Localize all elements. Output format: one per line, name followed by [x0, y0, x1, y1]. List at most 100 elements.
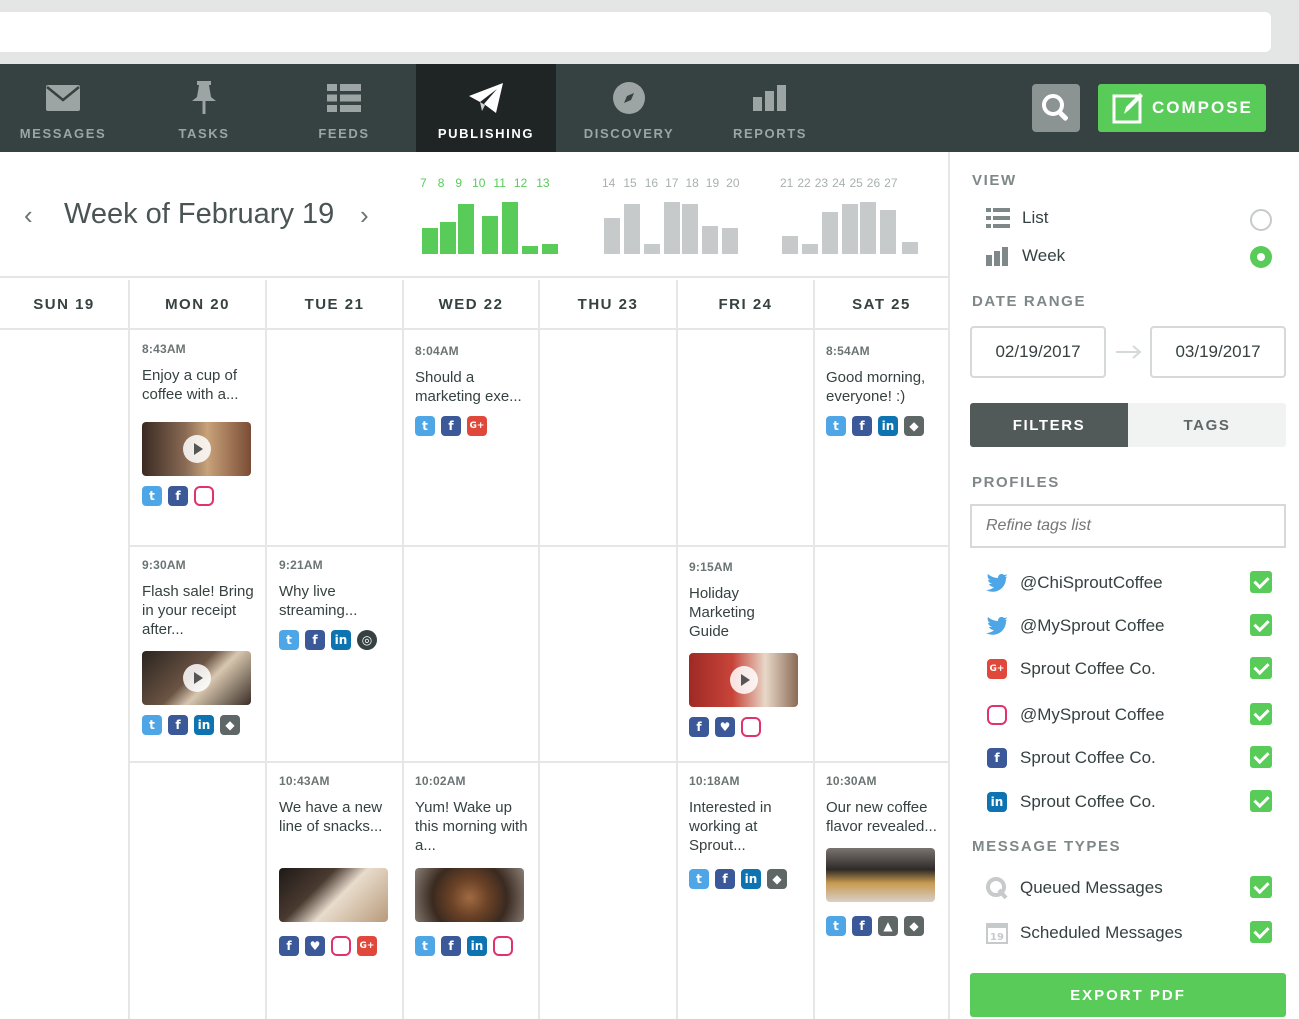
message-type-checkbox[interactable]	[1250, 876, 1272, 898]
tag-icon: ◆	[767, 869, 787, 889]
nav-tasks[interactable]: TASKS	[134, 64, 274, 152]
message-type-row[interactable]: Queued Messages	[986, 876, 1286, 900]
view-week-radio[interactable]	[1250, 246, 1272, 268]
post-card[interactable]: 8:54AM Good morning, everyone! :) t f in…	[826, 344, 944, 436]
day-header-tue[interactable]: TUE 21	[267, 280, 402, 328]
post-video-thumbnail[interactable]	[142, 651, 251, 705]
heart-badge-icon: ♥	[715, 717, 735, 737]
filter-panel: VIEW List Week DATE RANGE 02/19/2017 03/…	[948, 152, 1299, 1019]
nav-messages[interactable]: MESSAGES	[0, 64, 133, 152]
date-start-input[interactable]: 02/19/2017	[970, 326, 1106, 378]
queue-icon	[986, 877, 1008, 899]
post-video-thumbnail[interactable]	[689, 653, 798, 707]
day-header-thu[interactable]: THU 23	[540, 280, 676, 328]
profiles-label: PROFILES	[972, 474, 1060, 491]
post-time: 10:30AM	[826, 774, 877, 788]
view-option-list[interactable]: List	[986, 208, 1048, 228]
message-type-name: Scheduled Messages	[1020, 923, 1183, 942]
post-card[interactable]: 10:18AM Interested in working at Sprout.…	[689, 774, 807, 889]
profile-name: Sprout Coffee Co.	[1020, 792, 1156, 811]
nav-discovery[interactable]: DISCOVERY	[559, 64, 699, 152]
week-sparkline-next[interactable]: 14 15 16 17 18 19 20	[602, 176, 740, 254]
post-text: Enjoy a cup of coffee with a...	[142, 367, 239, 403]
profile-row[interactable]: @MySprout Coffee	[986, 703, 1286, 727]
prev-week-arrow[interactable]: ‹	[24, 200, 33, 231]
arrow-right-icon	[1116, 345, 1142, 359]
list-icon	[327, 82, 361, 114]
refine-tags-input[interactable]	[970, 504, 1286, 548]
nav-feeds[interactable]: FEEDS	[274, 64, 414, 152]
profile-checkbox[interactable]	[1250, 657, 1272, 679]
post-image-thumbnail[interactable]	[826, 848, 935, 902]
date-range-label: DATE RANGE	[972, 293, 1087, 310]
week-sparkline-after[interactable]: 21 22 23 24 25 26 27	[780, 176, 918, 254]
nav-reports-label: REPORTS	[732, 126, 808, 141]
week-sparkline-current[interactable]: 7 8 9 10 11 12 13	[420, 176, 558, 254]
post-image-thumbnail[interactable]	[279, 868, 388, 922]
instagram-icon	[493, 936, 513, 956]
post-text: Why live streaming...	[279, 583, 358, 619]
profile-checkbox[interactable]	[1250, 703, 1272, 725]
list-icon	[986, 208, 1010, 228]
profile-checkbox[interactable]	[1250, 571, 1272, 593]
tag-icon: ◆	[904, 916, 924, 936]
twitter-icon: t	[826, 416, 846, 436]
post-card[interactable]: 10:02AM Yum! Wake up this morning with a…	[415, 774, 533, 956]
day-header-fri[interactable]: FRI 24	[678, 280, 813, 328]
facebook-icon: f	[168, 715, 188, 735]
day-header-sat[interactable]: SAT 25	[815, 280, 948, 328]
twitter-icon: t	[415, 416, 435, 436]
nav-tasks-label: TASKS	[178, 126, 230, 141]
day-headers: SUN 19 MON 20 TUE 21 WED 22 THU 23 FRI 2…	[0, 280, 948, 330]
day-header-wed[interactable]: WED 22	[404, 280, 538, 328]
profile-name: @MySprout Coffee	[1020, 616, 1165, 635]
nav-reports[interactable]: REPORTS	[700, 64, 840, 152]
profile-row[interactable]: @ChiSproutCoffee	[986, 571, 1286, 595]
address-bar[interactable]	[0, 12, 1271, 52]
date-end-input[interactable]: 03/19/2017	[1150, 326, 1286, 378]
facebook-icon: f	[305, 630, 325, 650]
view-list-radio[interactable]	[1250, 209, 1272, 231]
linkedin-icon: in	[741, 869, 761, 889]
day-header-mon[interactable]: MON 20	[130, 280, 265, 328]
post-card[interactable]: 10:30AM Our new coffee flavor revealed..…	[826, 774, 944, 936]
view-option-week[interactable]: Week	[986, 246, 1065, 266]
svg-text:19: 19	[990, 932, 1004, 943]
post-time: 9:15AM	[689, 560, 733, 574]
browser-chrome	[0, 0, 1299, 64]
compose-button[interactable]: COMPOSE	[1098, 84, 1266, 132]
tab-filters[interactable]: FILTERS	[970, 403, 1128, 447]
nav-publishing-label: PUBLISHING	[437, 126, 535, 141]
profile-row[interactable]: f Sprout Coffee Co.	[986, 746, 1286, 770]
profile-name: @MySprout Coffee	[1020, 705, 1165, 724]
next-week-arrow[interactable]: ›	[360, 200, 369, 231]
post-card[interactable]: 10:43AM We have a new line of snacks... …	[279, 774, 397, 956]
post-card[interactable]: 9:21AM Why live streaming... t f in ◎	[279, 558, 397, 650]
play-icon	[182, 435, 211, 463]
export-pdf-button[interactable]: EXPORT PDF	[970, 973, 1286, 1017]
profile-row[interactable]: in Sprout Coffee Co.	[986, 790, 1286, 814]
play-icon	[182, 664, 211, 692]
profile-row[interactable]: @MySprout Coffee	[986, 614, 1286, 638]
search-button[interactable]	[1032, 84, 1080, 132]
tab-tags[interactable]: TAGS	[1128, 403, 1286, 447]
profile-row[interactable]: G+ Sprout Coffee Co.	[986, 657, 1286, 681]
profile-checkbox[interactable]	[1250, 746, 1272, 768]
day-header-sun[interactable]: SUN 19	[0, 280, 128, 328]
message-type-row[interactable]: 19 Scheduled Messages	[986, 921, 1286, 945]
profile-checkbox[interactable]	[1250, 614, 1272, 636]
post-card[interactable]: 9:15AM Holiday Marketing Guide f ♥	[689, 560, 807, 737]
nav-publishing[interactable]: PUBLISHING	[416, 64, 556, 152]
message-type-checkbox[interactable]	[1250, 921, 1272, 943]
post-video-thumbnail[interactable]	[142, 422, 251, 476]
heart-badge-icon: ♥	[305, 936, 325, 956]
profile-checkbox[interactable]	[1250, 790, 1272, 812]
post-card[interactable]: 9:30AM Flash sale! Bring in your receipt…	[142, 558, 260, 735]
twitter-icon: t	[142, 715, 162, 735]
tag-icon: ◆	[904, 416, 924, 436]
profile-name: @ChiSproutCoffee	[1020, 573, 1163, 592]
post-card[interactable]: 8:43AM Enjoy a cup of coffee with a... t…	[142, 342, 260, 506]
post-image-thumbnail[interactable]	[415, 868, 524, 922]
post-card[interactable]: 8:04AM Should a marketing exe... t f G+	[415, 344, 533, 436]
post-text: Good morning, everyone! :)	[826, 369, 926, 405]
